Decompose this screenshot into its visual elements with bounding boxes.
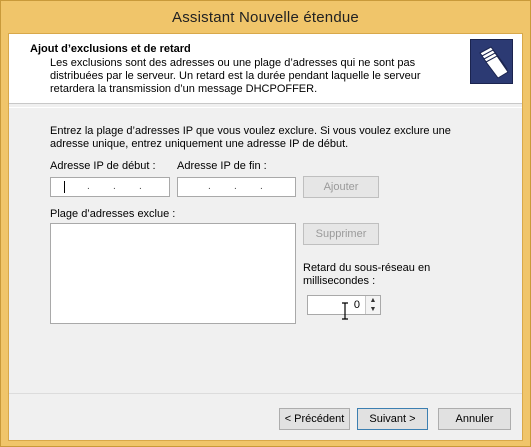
page-description: Les exclusions sont des adresses ou une … (50, 57, 421, 95)
window-title: Assistant Nouvelle étendue (172, 9, 359, 26)
excluded-range-list[interactable] (50, 223, 296, 324)
end-ip-field[interactable]: . . . (177, 177, 296, 197)
excluded-range-label: Plage d’adresses exclue : (50, 208, 176, 220)
text-cursor-icon (342, 302, 348, 320)
end-ip-label: Adresse IP de fin : (177, 160, 267, 172)
remove-button[interactable]: Supprimer (303, 223, 379, 245)
add-button[interactable]: Ajouter (303, 176, 379, 198)
wizard-window: Assistant Nouvelle étendue Ajout d’exclu… (0, 0, 531, 447)
spinner-arrows[interactable]: ▲ ▼ (365, 296, 380, 314)
next-button[interactable]: Suivant > (357, 408, 428, 430)
start-ip-label: Adresse IP de début : (50, 160, 156, 172)
instructions-text: Entrez la plage d’adresses IP que vous v… (50, 125, 451, 150)
delay-value: 0 (353, 299, 360, 311)
dialog-client: Ajout d’exclusions et de retard Les excl… (8, 33, 523, 441)
text-caret (64, 181, 65, 193)
footer-separator (9, 393, 522, 394)
folders-icon (470, 39, 513, 84)
wizard-header: Ajout d’exclusions et de retard Les excl… (9, 34, 522, 104)
start-ip-field[interactable]: . . . (50, 177, 170, 197)
back-button[interactable]: < Précédent (279, 408, 350, 430)
spin-down-icon[interactable]: ▼ (366, 305, 380, 314)
page-title: Ajout d’exclusions et de retard (30, 43, 191, 55)
title-bar[interactable]: Assistant Nouvelle étendue (1, 1, 530, 33)
delay-label: Retard du sous-réseau en millisecondes : (303, 262, 431, 287)
cancel-button[interactable]: Annuler (438, 408, 511, 430)
header-separator (9, 107, 522, 108)
